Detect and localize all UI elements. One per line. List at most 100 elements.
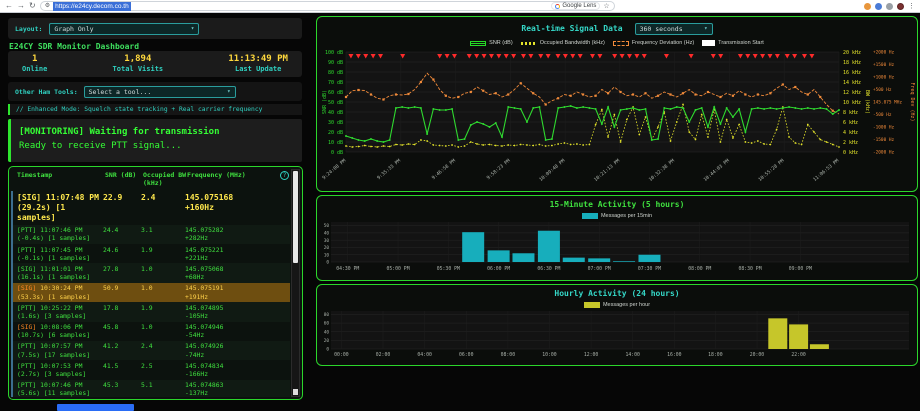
cell-frequency: 145.075282+282Hz xyxy=(185,226,277,242)
page-title: E24CY SDR Monitor Dashboard xyxy=(9,42,139,51)
table-scrollbar[interactable] xyxy=(291,169,300,397)
svg-text:+1000 Hz: +1000 Hz xyxy=(873,75,895,81)
stat-online-value: 1 xyxy=(22,54,47,65)
hourly-legend: Messages per hour xyxy=(317,300,917,309)
url-text[interactable]: https://e24cy.decom.co.th xyxy=(53,2,131,11)
svg-text:40 dB: 40 dB xyxy=(328,110,343,116)
table-row[interactable]: [SIG] 10:08:06 PM (10.7s) [6 samples]45.… xyxy=(13,322,290,341)
google-lens-button[interactable]: Google Lens xyxy=(551,2,600,10)
tools-label: Other Ham Tools: xyxy=(15,88,78,96)
back-button[interactable]: ← xyxy=(5,2,13,10)
svg-text:22:00: 22:00 xyxy=(791,352,806,358)
extension-icon-3[interactable] xyxy=(886,3,893,10)
svg-text:10:32:38 PM: 10:32:38 PM xyxy=(648,158,676,183)
svg-text:Freq Dev (Hz): Freq Dev (Hz) xyxy=(909,82,915,121)
svg-text:30: 30 xyxy=(324,238,330,244)
layout-bar: Layout: Graph Only ▾ xyxy=(8,18,302,39)
cell-bw: 2.4 xyxy=(141,342,185,358)
menu-icon[interactable]: ⋮ xyxy=(908,3,915,10)
svg-text:20 kHz: 20 kHz xyxy=(843,50,861,56)
header-bw: Occupied BW (kHz) xyxy=(143,171,187,187)
extension-icon-1[interactable] xyxy=(864,3,871,10)
table-row[interactable]: [PTT] 11:07:45 PM (-0.1s) [1 samples]24.… xyxy=(13,244,290,263)
table-row[interactable]: [PTT] 10:07:46 PM (5.6s) [11 samples]45.… xyxy=(13,380,290,397)
svg-text:02:00: 02:00 xyxy=(376,352,391,358)
realtime-chart[interactable]: 0 dB0 kHz10 dB2 kHz20 dB4 kHz30 dB6 kHz4… xyxy=(317,48,916,190)
hourly-chart[interactable]: 02040608000:0002:0004:0006:0008:0010:001… xyxy=(317,309,916,363)
svg-text:14 kHz: 14 kHz xyxy=(843,80,861,86)
cell-timestamp: [PTT] 11:07:46 PM (-0.4s) [1 samples] xyxy=(17,226,103,242)
table-row[interactable]: [SIG] 11:01:01 PM (16.1s) [1 samples]27.… xyxy=(13,263,290,282)
bookmark-star-icon[interactable]: ☆ xyxy=(603,3,609,10)
row-tag: [SIG] xyxy=(17,284,36,292)
lens-icon xyxy=(555,4,560,9)
refresh-button[interactable]: ↻ xyxy=(29,2,36,10)
layout-label: Layout: xyxy=(15,25,42,33)
cell-bw: 3.1 xyxy=(141,226,185,242)
svg-text:12 kHz: 12 kHz xyxy=(843,90,861,96)
svg-text:0: 0 xyxy=(326,347,329,353)
cell-snr: 24.6 xyxy=(103,246,141,262)
cell-frequency: 145.075191+191Hz xyxy=(185,284,277,300)
table-header: Timestamp SNR (dB) Occupied BW (kHz) Fre… xyxy=(9,167,302,189)
svg-text:06:00 PM: 06:00 PM xyxy=(487,266,510,272)
svg-text:04:00: 04:00 xyxy=(417,352,432,358)
signal-table: Timestamp SNR (dB) Occupied BW (kHz) Fre… xyxy=(8,166,303,400)
svg-text:80: 80 xyxy=(324,312,330,318)
svg-text:2 kHz: 2 kHz xyxy=(843,140,858,146)
stat-visits: 1,894 Total Visits xyxy=(113,54,164,77)
time-window-select[interactable]: 360 seconds ▾ xyxy=(635,23,713,35)
tools-select-value: Select a tool... xyxy=(89,88,152,96)
cell-snr: 50.9 xyxy=(103,284,141,300)
layout-select[interactable]: Graph Only ▾ xyxy=(49,23,199,35)
cell-snr: 27.8 xyxy=(103,265,141,281)
cell-timestamp: [PTT] 10:25:22 PM (1.6s) [3 samples] xyxy=(17,304,103,320)
scrollbar-thumb[interactable] xyxy=(293,171,298,263)
svg-text:07:00 PM: 07:00 PM xyxy=(588,266,611,272)
table-row[interactable]: [SIG] 10:30:24 PM (53.3s) [1 samples]50.… xyxy=(13,283,290,302)
cell-frequency: 145.074926-74Hz xyxy=(185,342,277,358)
stat-online-label: Online xyxy=(22,65,47,73)
extension-icon-2[interactable] xyxy=(875,3,882,10)
activity15-chart[interactable]: 0102030405004:30 PM05:00 PM05:30 PM06:00… xyxy=(317,220,916,278)
chevron-down-icon: ▾ xyxy=(704,25,708,32)
site-info-icon[interactable]: ⚙ xyxy=(45,3,50,9)
help-icon[interactable]: ? xyxy=(280,171,289,180)
stat-last-update: 11:13:49 PM Last Update xyxy=(228,54,288,77)
stat-visits-value: 1,894 xyxy=(113,54,164,65)
svg-text:00:00: 00:00 xyxy=(334,352,349,358)
profile-avatar[interactable] xyxy=(897,3,904,10)
tools-select[interactable]: Select a tool... ▾ xyxy=(84,86,236,98)
row-tag: [SIG] xyxy=(17,193,41,202)
hourly-title: Hourly Activity (24 hours) xyxy=(554,289,679,298)
url-bar[interactable]: ⚙ https://e24cy.decom.co.th Google Lens … xyxy=(40,1,615,11)
svg-text:08:00: 08:00 xyxy=(501,352,516,358)
cell-bw: 2.4 xyxy=(141,193,185,224)
svg-text:20:00: 20:00 xyxy=(750,352,765,358)
monitoring-status-line: [MONITORING] Waiting for transmission xyxy=(19,125,294,139)
svg-text:40: 40 xyxy=(324,231,330,237)
svg-text:18 kHz: 18 kHz xyxy=(843,60,861,66)
legend-item-bw: Occupied Bandwidth (kHz) xyxy=(521,40,605,46)
cell-frequency: 145.074895-105Hz xyxy=(185,304,277,320)
table-row[interactable]: [SIG] 11:07:48 PM (29.2s) [1 samples]22.… xyxy=(13,191,290,225)
cell-timestamp: [PTT] 10:07:53 PM (2.7s) [3 samples] xyxy=(17,362,103,378)
forward-button[interactable]: → xyxy=(17,2,25,10)
table-row[interactable]: [PTT] 10:07:53 PM (2.7s) [3 samples]41.5… xyxy=(13,360,290,379)
lens-label: Google Lens xyxy=(562,3,596,9)
table-row[interactable]: [PTT] 11:07:46 PM (-0.4s) [1 samples]24.… xyxy=(13,225,290,244)
svg-text:9:24:08 PM: 9:24:08 PM xyxy=(321,158,347,181)
row-tag: [PTT] xyxy=(17,246,36,254)
legend-item-hourly: Messages per hour xyxy=(584,302,650,308)
table-row[interactable]: [PTT] 10:07:57 PM (7.5s) [17 samples]41.… xyxy=(13,341,290,360)
svg-text:12:00: 12:00 xyxy=(584,352,599,358)
cell-bw: 1.9 xyxy=(141,304,185,320)
cell-timestamp: [SIG] 10:08:06 PM (10.7s) [6 samples] xyxy=(17,323,103,339)
browser-actions: ⋮ xyxy=(864,3,915,10)
svg-text:0 kHz: 0 kHz xyxy=(843,150,858,156)
cell-frequency: 145.075068+68Hz xyxy=(185,265,277,281)
table-row[interactable]: [PTT] 10:25:22 PM (1.6s) [3 samples]17.8… xyxy=(13,302,290,321)
cell-timestamp: [PTT] 11:07:45 PM (-0.1s) [1 samples] xyxy=(17,246,103,262)
svg-text:04:30 PM: 04:30 PM xyxy=(336,266,359,272)
scrollbar-down-button[interactable] xyxy=(293,389,298,395)
